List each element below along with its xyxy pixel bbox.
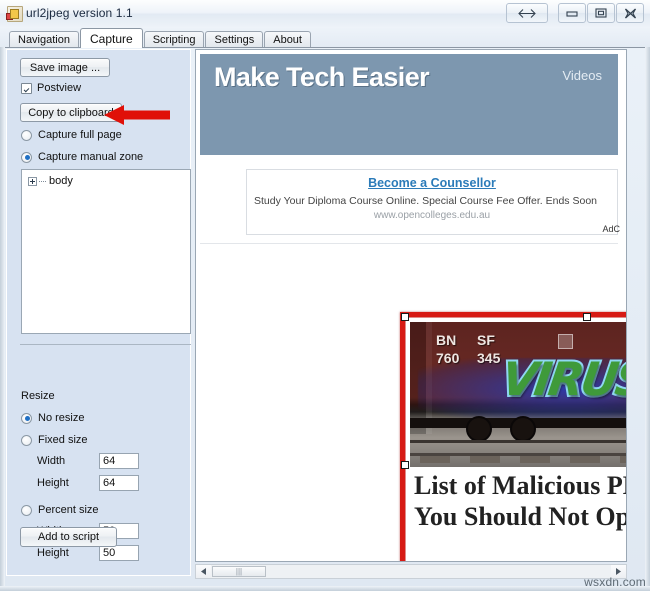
client-area: Save image ... Postview Copy to clipboar… xyxy=(0,47,650,591)
postview-checkbox[interactable] xyxy=(21,82,32,94)
web-page-preview[interactable]: Make Tech Easier Videos Become a Counsel… xyxy=(195,49,627,562)
boxcar-number-345: 345 xyxy=(477,350,501,366)
percent-height-input[interactable]: 50 xyxy=(99,545,139,561)
capture-manual-zone-radio[interactable] xyxy=(21,151,32,163)
percent-height-label: Height xyxy=(37,547,69,559)
no-resize-row[interactable]: No resize xyxy=(21,412,84,424)
content-divider xyxy=(200,243,618,244)
application-window: url2jpeg version 1.1 Navigation Capture … xyxy=(0,0,650,591)
ad-description: Study Your Diploma Course Online. Specia… xyxy=(254,195,597,207)
graffiti-tag-text: VIRUS xyxy=(496,350,627,408)
selection-handle-w[interactable] xyxy=(401,461,409,469)
tree-connector xyxy=(39,180,46,182)
fixed-height-input[interactable]: 64 xyxy=(99,475,139,491)
selection-inner-frame: BN SF 760 345 VIRUS List of Malicious P … xyxy=(405,317,627,561)
percent-size-radio[interactable] xyxy=(21,504,32,516)
boxcar-mark-bn: BN xyxy=(436,332,457,348)
postview-label: Postview xyxy=(37,82,82,94)
dom-tree-view[interactable]: body xyxy=(21,169,191,334)
tab-about[interactable]: About xyxy=(264,31,311,48)
close-icon[interactable] xyxy=(616,3,644,23)
advertisement-block[interactable]: Become a Counsellor Study Your Diploma C… xyxy=(246,169,620,235)
article-photo-graffiti-boxcar: BN SF 760 345 VIRUS xyxy=(410,322,627,467)
scroll-left-arrow-icon[interactable] xyxy=(196,565,211,578)
plus-expander-icon[interactable] xyxy=(28,176,37,186)
site-nav-videos[interactable]: Videos xyxy=(562,68,602,83)
boxcar-number-760: 760 xyxy=(436,350,460,366)
boxcar-mark-sf: SF xyxy=(477,332,495,348)
tab-scripting[interactable]: Scripting xyxy=(143,31,205,48)
percent-size-label: Percent size xyxy=(38,504,99,516)
fixed-width-row: Width 64 xyxy=(37,453,139,469)
tab-capture[interactable]: Capture xyxy=(79,28,143,48)
capture-full-page-radio[interactable] xyxy=(21,129,32,141)
tab-list: Navigation Capture Scripting Settings Ab… xyxy=(9,28,312,48)
window-title: url2jpeg version 1.1 xyxy=(26,6,133,20)
tree-item-label: body xyxy=(49,175,73,187)
horizontal-scroll-thumb[interactable]: ||| xyxy=(212,566,266,577)
selection-handle-n[interactable] xyxy=(583,313,591,321)
percent-height-row: Height 50 xyxy=(37,545,139,561)
capture-manual-zone-label: Capture manual zone xyxy=(38,151,144,163)
window-edge-left xyxy=(0,47,5,591)
capture-options-panel: Save image ... Postview Copy to clipboar… xyxy=(6,49,191,576)
no-resize-radio[interactable] xyxy=(21,412,32,424)
fixed-size-label: Fixed size xyxy=(38,434,88,446)
tree-item-body[interactable]: body xyxy=(28,175,73,187)
selection-handle-nw[interactable] xyxy=(401,313,409,321)
window-edge-right xyxy=(645,47,650,591)
window-controls xyxy=(505,3,644,24)
site-logo: Make Tech Easier xyxy=(214,62,430,92)
ad-url: www.opencolleges.edu.au xyxy=(373,210,491,221)
fixed-height-row: Height 64 xyxy=(37,475,139,491)
resize-group-divider xyxy=(20,344,191,345)
fixed-height-label: Height xyxy=(37,477,69,489)
red-left-arrow-icon xyxy=(104,104,170,126)
fixed-size-row[interactable]: Fixed size xyxy=(21,434,88,446)
resize-section-title: Resize xyxy=(21,390,55,402)
capture-manual-zone-row[interactable]: Capture manual zone xyxy=(21,151,143,163)
save-image-button[interactable]: Save image ... xyxy=(20,58,110,77)
ad-title-link[interactable]: Become a Counsellor xyxy=(247,176,617,190)
percent-size-row[interactable]: Percent size xyxy=(21,504,99,516)
title-bar: url2jpeg version 1.1 xyxy=(0,0,650,28)
ad-choices-label[interactable]: AdC xyxy=(602,224,620,234)
article-headline: List of Malicious PDF Files You Should N… xyxy=(414,471,627,531)
no-resize-label: No resize xyxy=(38,412,85,424)
fixed-size-radio[interactable] xyxy=(21,434,32,446)
minimize-icon[interactable] xyxy=(558,3,586,23)
postview-checkbox-row[interactable]: Postview xyxy=(21,82,81,94)
fixed-width-input[interactable]: 64 xyxy=(99,453,139,469)
window-edge-bottom xyxy=(0,586,650,591)
application-icon xyxy=(6,6,23,22)
tab-navigation[interactable]: Navigation xyxy=(9,31,79,48)
capture-full-page-label: Capture full page xyxy=(38,129,122,141)
preview-horizontal-scrollbar[interactable]: ||| xyxy=(195,564,627,579)
manual-zone-selection[interactable]: BN SF 760 345 VIRUS List of Malicious P … xyxy=(400,312,627,561)
tab-settings[interactable]: Settings xyxy=(205,31,264,48)
maximize-icon[interactable] xyxy=(587,3,615,23)
fixed-width-label: Width xyxy=(37,455,66,467)
site-header-banner: Make Tech Easier Videos xyxy=(200,54,618,155)
add-to-script-button[interactable]: Add to script xyxy=(20,527,117,547)
capture-full-page-row[interactable]: Capture full page xyxy=(21,129,122,141)
help-resize-icon[interactable] xyxy=(506,3,548,23)
